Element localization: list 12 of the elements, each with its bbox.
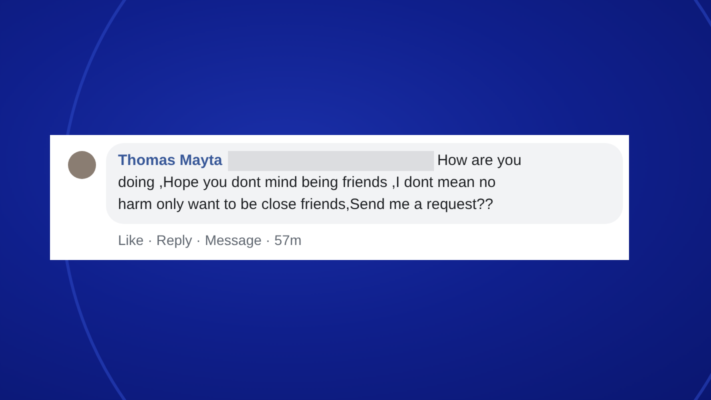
author-link[interactable]: Thomas Mayta: [118, 150, 222, 172]
separator-dot: ·: [148, 231, 152, 250]
separator-dot: ·: [266, 231, 270, 250]
action-link[interactable]: Reply: [156, 230, 192, 251]
timestamp: 57m: [274, 231, 302, 250]
comment-text: harm only want to be close friends,Send me a request??: [118, 195, 494, 215]
comment-text: How are you: [437, 151, 522, 171]
action-link[interactable]: Like: [118, 230, 144, 251]
separator-dot: ·: [196, 231, 201, 250]
avatar: [68, 151, 96, 179]
action-link[interactable]: Message: [204, 230, 262, 251]
comment-text: doing ,Hope you dont mind being friends ,I dont mean no: [118, 173, 496, 193]
